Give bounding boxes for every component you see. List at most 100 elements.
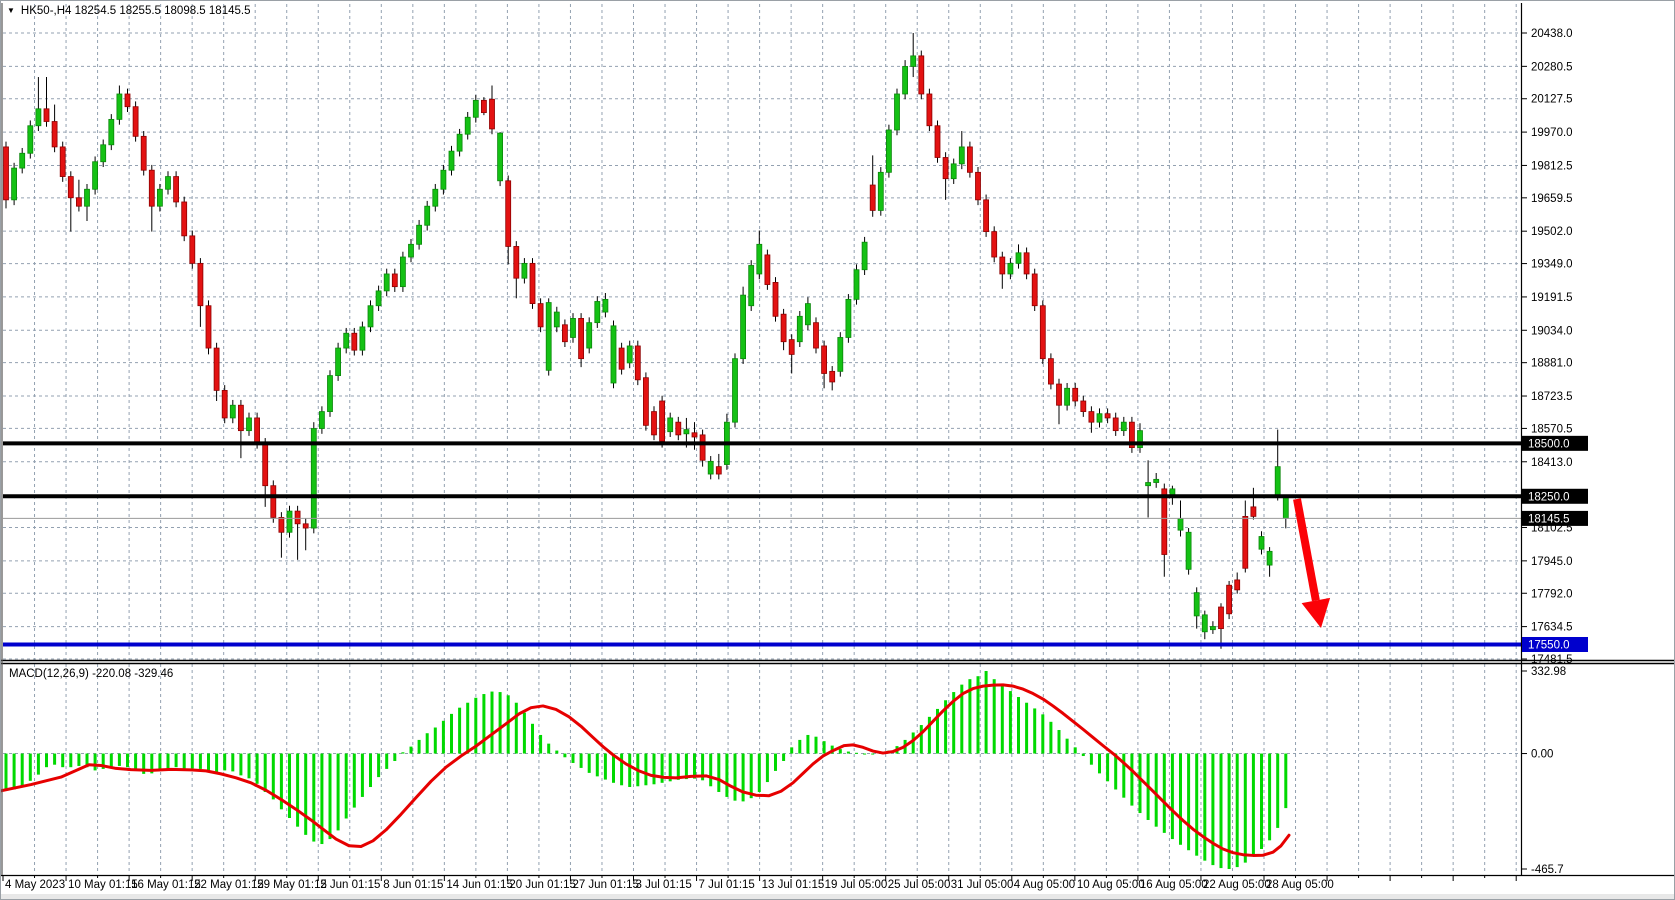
chart-background [1, 1, 1675, 900]
macd-bar [1236, 754, 1239, 868]
candle-bearish [214, 348, 219, 390]
candle-bearish [700, 435, 705, 460]
macd-bar [215, 754, 218, 773]
candle-bullish [603, 299, 608, 312]
candle-bearish [182, 202, 187, 236]
candle-bullish [20, 153, 25, 168]
macd-bar [588, 754, 591, 773]
candle-bullish [1259, 537, 1264, 550]
price-axis-label: 18881.0 [1531, 358, 1573, 370]
macd-bar [563, 754, 566, 758]
candle-bearish [927, 94, 932, 126]
candle-bearish [263, 443, 268, 485]
price-axis-label: 19812.5 [1531, 160, 1573, 172]
chart-canvas[interactable]: 20438.020280.520127.519970.019812.519659… [1, 1, 1675, 900]
macd-bar [434, 728, 437, 754]
macd-bar [1211, 754, 1214, 866]
candle-bullish [368, 306, 373, 327]
candle-bullish [546, 303, 551, 371]
candle-bearish [279, 517, 284, 532]
macd-bar [806, 735, 809, 754]
candle-bearish [303, 524, 308, 528]
macd-bar [239, 754, 242, 776]
candle-bullish [611, 326, 616, 383]
candle-bullish [1283, 495, 1288, 518]
macd-bar [871, 754, 874, 755]
candle-bearish [870, 185, 875, 210]
candle-bullish [230, 405, 235, 418]
macd-bar [361, 754, 364, 797]
macd-bar [69, 754, 72, 768]
macd-bar [329, 754, 332, 840]
macd-bar [207, 754, 210, 771]
candle-bullish [425, 206, 430, 225]
macd-bar [466, 703, 469, 754]
candle-bearish [1032, 274, 1037, 306]
price-axis-label: 19970.0 [1531, 127, 1573, 139]
candle-bullish [554, 312, 559, 327]
macd-bar [1017, 697, 1020, 754]
time-axis-label: 16 May 01:15 [131, 879, 201, 891]
candle-bullish [117, 94, 122, 119]
candle-bearish [530, 263, 535, 303]
macd-bar [580, 754, 583, 768]
macd-bar [839, 749, 842, 753]
current-price-tag-text: 18145.5 [1528, 513, 1570, 525]
time-axis-label: 22 May 01:15 [194, 879, 264, 891]
candle-bullish [522, 263, 527, 278]
price-axis-label: 18570.5 [1531, 423, 1573, 435]
candle-bullish [109, 119, 114, 144]
candle-bullish [1008, 263, 1013, 274]
candle-bearish [238, 405, 243, 430]
candle-bearish [692, 433, 697, 437]
macd-bar [288, 754, 291, 818]
macd-bar [774, 754, 777, 771]
price-axis-label: 20127.5 [1531, 94, 1573, 106]
candle-bullish [733, 359, 738, 423]
candle-bullish [433, 189, 438, 206]
candle-bearish [490, 99, 495, 129]
macd-bar [523, 713, 526, 754]
macd-bar [766, 754, 769, 783]
macd-bar [823, 741, 826, 753]
price-axis-label: 18723.5 [1531, 391, 1573, 403]
candle-bearish [392, 274, 397, 287]
candle-bullish [93, 162, 98, 190]
macd-bar [1203, 754, 1206, 861]
macd-axis-label: 0.00 [1531, 749, 1553, 761]
candle-bearish [919, 56, 924, 94]
macd-bar [709, 754, 712, 787]
candle-bearish [992, 232, 997, 257]
macd-bar [264, 754, 267, 792]
symbol-dropdown-icon[interactable]: ▼ [7, 7, 15, 15]
candle-bearish [514, 246, 519, 278]
macd-bar [5, 754, 8, 791]
macd-bar [612, 754, 615, 783]
macd-bar [782, 754, 785, 761]
macd-bar [1058, 730, 1061, 754]
candle-bullish [157, 189, 162, 206]
candle-bearish [773, 282, 778, 316]
macd-bar [248, 754, 251, 779]
macd-bar [385, 754, 388, 769]
candle-bullish [1194, 593, 1199, 616]
macd-bar [77, 754, 80, 766]
macd-bar [175, 754, 178, 768]
price-axis-label: 19034.0 [1531, 325, 1573, 337]
candle-bearish [1251, 507, 1256, 517]
macd-bar [29, 754, 32, 781]
candle-bullish [465, 117, 470, 134]
macd-bar [725, 754, 728, 797]
macd-bar [118, 754, 121, 766]
macd-bar [653, 754, 656, 785]
macd-bar [345, 754, 348, 819]
candle-bullish [360, 327, 365, 350]
candle-bullish [1016, 253, 1021, 264]
macd-bar [628, 754, 631, 787]
macd-bar [1171, 754, 1174, 840]
macd-bar [515, 703, 518, 754]
time-axis-label: 10 Aug 05:00 [1077, 879, 1145, 891]
candle-bullish [895, 94, 900, 130]
macd-bar [1066, 739, 1069, 754]
macd-bar [1049, 722, 1052, 754]
